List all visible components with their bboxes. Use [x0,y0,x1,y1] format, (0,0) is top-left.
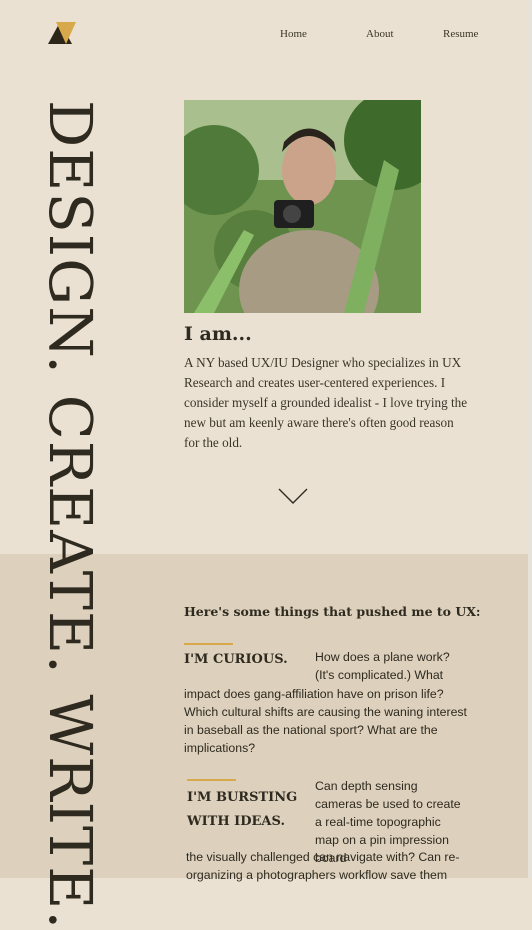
intro-heading: I am... [184,323,252,345]
nav-resume-link[interactable]: Resume [443,28,478,40]
profile-photo [184,100,421,313]
item-heading: I'M BURSTING WITH IDEAS. [187,790,298,829]
item-text-continued: the visually challenged can navigate wit… [186,850,460,882]
item-text-start: How does a plane work? (It's complicated… [315,650,450,682]
chevron-down-icon[interactable] [278,488,308,504]
scrollbar-track [528,0,532,878]
vertical-tagline: DESIGN. CREATE. WRITE. [36,100,105,930]
accent-divider [187,779,236,781]
triangle-logo-icon[interactable] [48,22,76,44]
section-title: Here's some things that pushed me to UX: [184,604,481,619]
accent-divider [184,643,233,645]
item-heading: I'M CURIOUS. [184,652,288,667]
intro-text: A NY based UX/IU Designer who specialize… [184,355,468,450]
nav-home-link[interactable]: Home [280,28,307,40]
item-text-continued: impact does gang-affiliation have on pri… [184,687,467,755]
nav-about-link[interactable]: About [366,28,394,40]
